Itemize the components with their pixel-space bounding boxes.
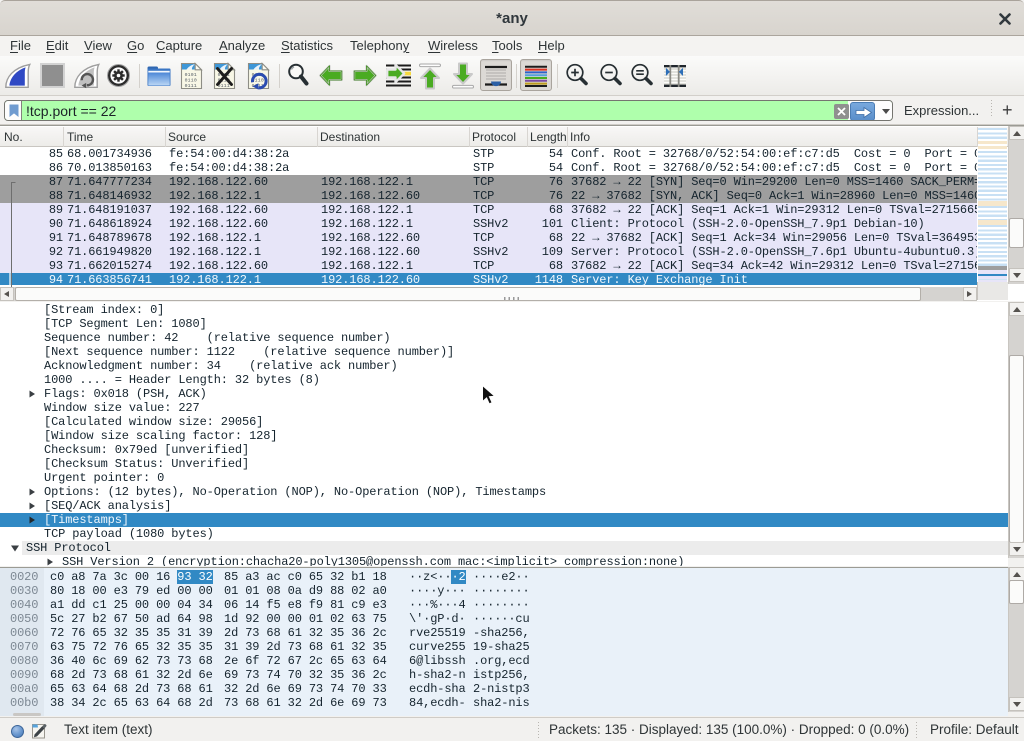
svg-text:0101: 0101	[185, 72, 197, 78]
svg-text:0110: 0110	[185, 78, 197, 84]
svg-text:0111: 0111	[185, 83, 197, 89]
